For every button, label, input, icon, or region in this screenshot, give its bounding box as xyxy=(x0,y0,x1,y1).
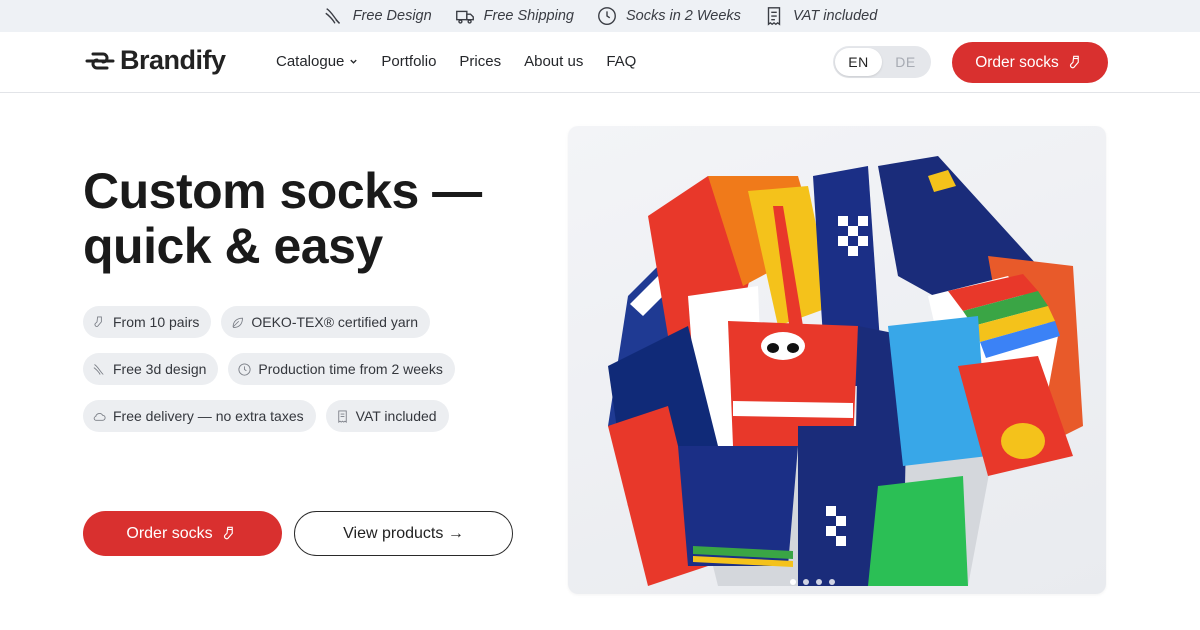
chip-label: Production time from 2 weeks xyxy=(258,361,443,377)
sock-icon xyxy=(94,315,102,327)
button-label: Order socks xyxy=(126,524,213,542)
carousel-dots xyxy=(790,579,835,585)
nav-item-faq[interactable]: FAQ xyxy=(606,53,636,70)
order-socks-button[interactable]: Order socks xyxy=(83,511,282,556)
carousel-dot[interactable] xyxy=(790,579,796,585)
logo-mark-icon xyxy=(85,52,115,69)
view-products-button[interactable]: View products → xyxy=(294,511,513,556)
chevron-down-icon xyxy=(350,59,358,64)
nav-item-catalogue[interactable]: Catalogue xyxy=(276,53,358,70)
sock-icon xyxy=(1069,55,1079,68)
chip-label: OEKO-TEX® certified yarn xyxy=(251,314,419,330)
hero-image xyxy=(568,126,1106,594)
nav-item-portfolio[interactable]: Portfolio xyxy=(381,53,436,70)
button-label: Order socks xyxy=(975,53,1059,71)
lang-option-de[interactable]: DE xyxy=(882,48,929,76)
button-label: View products → xyxy=(343,524,464,542)
logo-text: Brandify xyxy=(120,45,226,75)
sock-icon xyxy=(223,526,233,539)
needle-icon xyxy=(325,8,340,24)
clock-icon xyxy=(238,362,251,376)
perks-bar: Free Design Free Shipping Socks in 2 Wee… xyxy=(0,0,1200,32)
nav-item-prices[interactable]: Prices xyxy=(459,53,501,70)
language-switcher: EN DE xyxy=(833,46,931,78)
site-header: Brandify Catalogue Portfolio Prices Abou… xyxy=(0,32,1200,93)
chip-label: VAT included xyxy=(355,408,437,424)
cloud-icon xyxy=(93,412,106,421)
carousel-dot[interactable] xyxy=(816,579,822,585)
perk-label: Free Design xyxy=(352,8,432,24)
hero-title-line: Custom socks — xyxy=(83,163,482,219)
nav-label: Prices xyxy=(459,53,502,70)
chip-row: Free delivery — no extra taxes VAT inclu… xyxy=(83,400,523,432)
perk-free-shipping: Free Shipping xyxy=(454,5,574,27)
nav-label: FAQ xyxy=(606,53,637,70)
feature-chip: OEKO-TEX® certified yarn xyxy=(221,306,431,338)
chip-label: Free delivery — no extra taxes xyxy=(113,408,304,424)
perk-label: VAT included xyxy=(792,8,878,24)
carousel-dot[interactable] xyxy=(803,579,809,585)
feature-chip: VAT included xyxy=(325,400,449,432)
nav-label: Portfolio xyxy=(381,53,437,70)
nav-item-about[interactable]: About us xyxy=(524,53,583,70)
chip-row: Free 3d design Production time from 2 we… xyxy=(83,353,523,385)
header-order-button[interactable]: Order socks xyxy=(952,42,1108,83)
feature-chip: Production time from 2 weeks xyxy=(228,353,455,385)
nav-label: Catalogue xyxy=(276,53,345,70)
carousel-dot[interactable] xyxy=(829,579,835,585)
socks-bucket-illustration xyxy=(608,156,1083,586)
needle-icon xyxy=(93,363,104,375)
feature-chip: Free 3d design xyxy=(83,353,219,385)
chip-label: Free 3d design xyxy=(113,361,207,377)
truck-icon xyxy=(455,10,474,24)
lang-option-en[interactable]: EN xyxy=(835,48,882,76)
perk-vat: VAT included xyxy=(763,5,877,27)
leaf-icon xyxy=(233,317,244,328)
clock-icon xyxy=(598,7,616,25)
hero-title-line: quick & easy xyxy=(83,218,383,274)
perk-label: Socks in 2 Weeks xyxy=(625,8,741,24)
receipt-icon xyxy=(767,7,781,26)
feature-chips: From 10 pairs OEKO-TEX® certified yarn F… xyxy=(83,306,523,447)
hero-title: Custom socks — quick & easy xyxy=(83,164,482,274)
nav-label: About us xyxy=(524,53,584,70)
feature-chip: Free delivery — no extra taxes xyxy=(83,400,316,432)
perk-label: Free Shipping xyxy=(483,8,574,24)
chip-row: From 10 pairs OEKO-TEX® certified yarn xyxy=(83,306,523,338)
perk-free-design: Free Design xyxy=(323,5,432,27)
brand-logo[interactable]: Brandify xyxy=(83,45,226,76)
chip-label: From 10 pairs xyxy=(113,314,200,330)
feature-chip: From 10 pairs xyxy=(83,306,212,338)
receipt-icon xyxy=(337,409,347,423)
perk-2-weeks: Socks in 2 Weeks xyxy=(596,5,741,27)
main-nav: Catalogue Portfolio Prices About us FAQ xyxy=(276,53,636,70)
